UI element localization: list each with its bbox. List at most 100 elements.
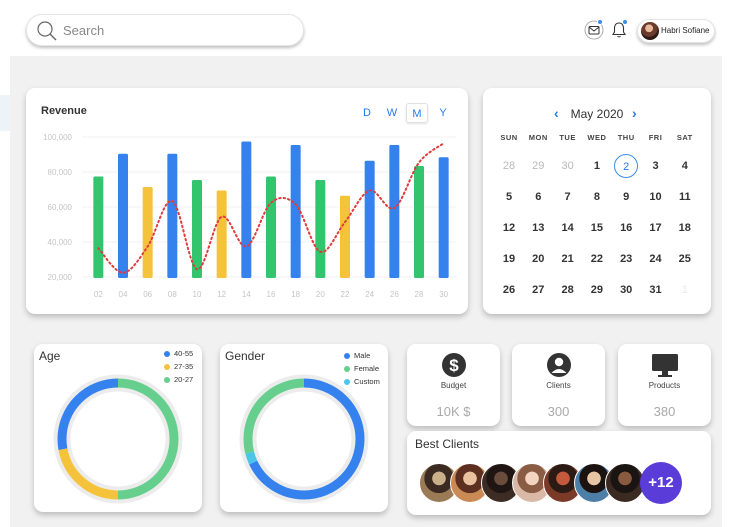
x-tick-label: 10	[193, 290, 202, 299]
x-tick-label: 24	[365, 290, 374, 299]
clients-label: Clients	[546, 381, 571, 390]
revenue-bar	[192, 180, 202, 278]
calendar-day[interactable]: 1	[585, 154, 609, 178]
calendar-day[interactable]: 18	[673, 216, 697, 240]
period-year-button[interactable]: Y	[432, 103, 454, 123]
period-day-button[interactable]: D	[356, 103, 378, 123]
y-tick-label: 60,000	[48, 203, 73, 212]
calendar-day[interactable]: 20	[526, 247, 550, 271]
calendar-day[interactable]: 11	[673, 185, 697, 209]
y-tick-label: 20,000	[48, 273, 73, 282]
budget-card[interactable]: $ Budget 10K $	[407, 344, 500, 426]
calendar-day[interactable]: 3	[644, 154, 668, 178]
search-icon	[37, 21, 57, 41]
sidebar-edge	[0, 95, 10, 131]
calendar-day[interactable]: 21	[556, 247, 580, 271]
calendar-weekday: SUN	[500, 133, 518, 142]
revenue-bar	[290, 145, 301, 278]
x-tick-label: 06	[143, 290, 152, 299]
calendar-day[interactable]: 1	[673, 278, 697, 302]
revenue-bar	[167, 153, 178, 278]
notifications-button[interactable]	[609, 19, 629, 40]
calendar-weekday: MON	[528, 133, 548, 142]
calendar-day[interactable]: 22	[585, 247, 609, 271]
best-clients-card: Best Clients +12	[407, 431, 711, 515]
user-icon	[546, 353, 571, 377]
x-tick-label: 18	[291, 290, 300, 299]
calendar-day[interactable]: 4	[673, 154, 697, 178]
clients-stat-card[interactable]: Clients 300	[512, 344, 605, 426]
client-avatar[interactable]	[605, 463, 645, 503]
calendar-day[interactable]: 13	[526, 216, 550, 240]
budget-label: Budget	[440, 381, 467, 390]
calendar-day[interactable]: 7	[556, 185, 580, 209]
calendar-day[interactable]: 19	[497, 247, 521, 271]
budget-value: 10K $	[436, 404, 471, 419]
calendar-card: ‹ May 2020 › SUN MON TUE WED THU FRI SAT 28 29 30…	[483, 88, 711, 314]
x-tick-label: 22	[341, 290, 350, 299]
stat-icon-wrap	[618, 352, 711, 383]
revenue-bar	[266, 176, 276, 278]
products-value: 380	[653, 404, 676, 419]
top-bar: Search Habri Sofiane	[0, 0, 730, 56]
calendar-day[interactable]: 29	[585, 278, 609, 302]
avatar	[641, 22, 659, 40]
revenue-bar	[216, 190, 227, 278]
calendar-day[interactable]: 25	[673, 247, 697, 271]
calendar-day[interactable]: 31	[644, 278, 668, 302]
best-clients-title: Best Clients	[415, 437, 480, 451]
calendar-weekday: WED	[587, 133, 607, 142]
y-tick-label: 40,000	[48, 238, 73, 247]
x-tick-label: 02	[94, 290, 103, 299]
products-label: Products	[648, 381, 681, 390]
revenue-bar	[389, 145, 400, 278]
more-clients-badge[interactable]: +12	[640, 462, 682, 504]
chevron-right-icon[interactable]: ›	[632, 105, 637, 121]
calendar-day[interactable]: 9	[614, 185, 638, 209]
user-profile-button[interactable]: Habri Sofiane	[637, 19, 715, 43]
gender-card: Gender Male Female Custom	[220, 344, 388, 512]
calendar-day[interactable]: 30	[556, 154, 580, 178]
calendar-day[interactable]: 17	[644, 216, 668, 240]
x-tick-label: 20	[316, 290, 325, 299]
stat-icon-wrap	[512, 352, 605, 383]
calendar-weekday: FRI	[648, 133, 663, 142]
calendar-day[interactable]: 10	[644, 185, 668, 209]
calendar-day[interactable]: 12	[497, 216, 521, 240]
notification-badge	[622, 19, 628, 25]
x-tick-label: 26	[390, 290, 399, 299]
calendar-day[interactable]: 28	[497, 154, 521, 178]
calendar-day[interactable]: 5	[497, 185, 521, 209]
search-input[interactable]: Search	[63, 23, 104, 38]
revenue-bar	[118, 153, 128, 278]
calendar-day[interactable]: 14	[556, 216, 580, 240]
period-month-button[interactable]: M	[406, 103, 428, 123]
x-tick-label: 14	[242, 290, 251, 299]
calendar-day[interactable]: 28	[556, 278, 580, 302]
x-tick-label: 30	[439, 290, 448, 299]
svg-text:$: $	[449, 356, 459, 375]
calendar-month-label: May 2020	[570, 107, 624, 121]
calendar-day[interactable]: 16	[614, 216, 638, 240]
revenue-bar	[142, 187, 153, 278]
messages-button[interactable]	[584, 19, 604, 40]
search-bar[interactable]: Search	[26, 14, 304, 46]
calendar-day[interactable]: 24	[644, 247, 668, 271]
calendar-day[interactable]: 29	[526, 154, 550, 178]
calendar-day[interactable]: 23	[614, 247, 638, 271]
products-card[interactable]: Products 380	[618, 344, 711, 426]
calendar-day[interactable]: 27	[526, 278, 550, 302]
age-donut-chart	[53, 374, 183, 504]
calendar-day[interactable]: 8	[585, 185, 609, 209]
period-week-button[interactable]: W	[381, 103, 403, 123]
revenue-bar	[93, 176, 104, 278]
revenue-title: Revenue	[41, 105, 87, 117]
calendar-day[interactable]: 2	[614, 154, 639, 178]
calendar-day[interactable]: 26	[497, 278, 521, 302]
calendar-day[interactable]: 15	[585, 216, 609, 240]
revenue-bar	[315, 180, 326, 278]
x-tick-label: 16	[267, 290, 276, 299]
calendar-day[interactable]: 30	[614, 278, 638, 302]
x-tick-label: 12	[217, 290, 226, 299]
calendar-day[interactable]: 6	[526, 185, 550, 209]
